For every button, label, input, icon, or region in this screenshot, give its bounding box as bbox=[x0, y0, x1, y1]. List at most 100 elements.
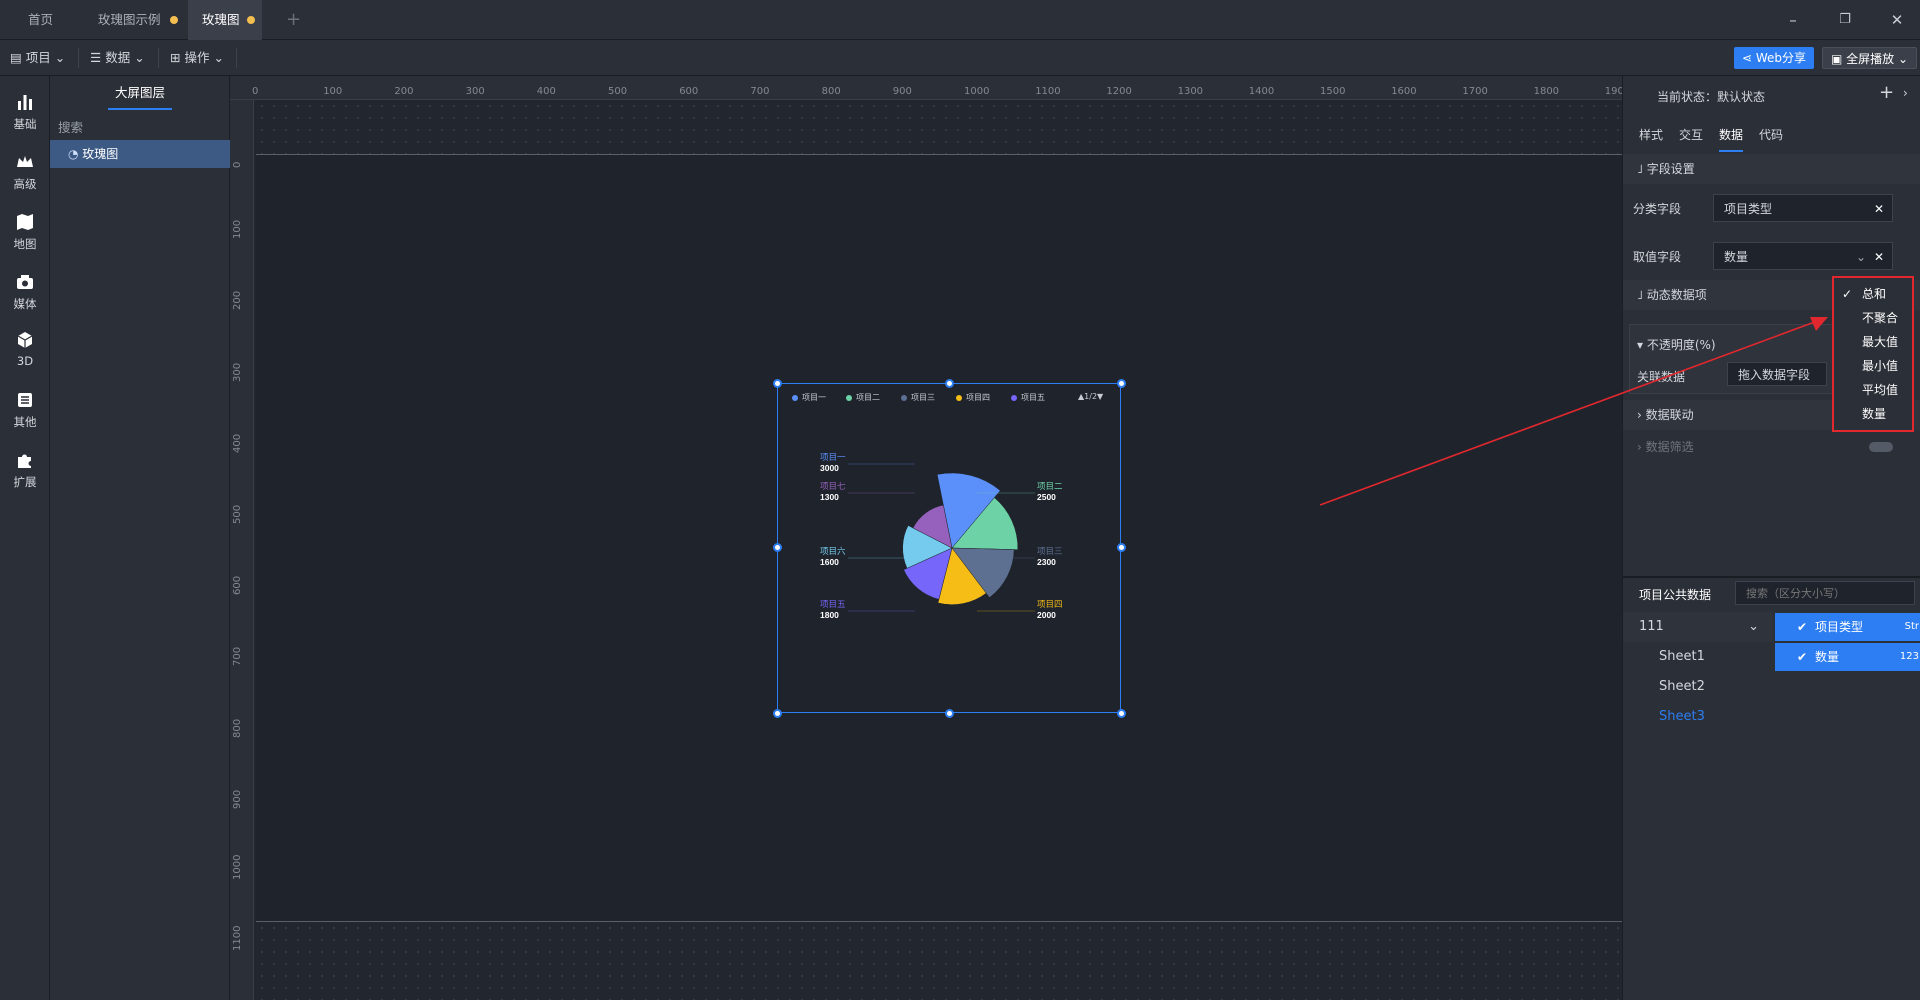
tab-data[interactable]: 数据 bbox=[1719, 126, 1744, 152]
nav-label: 高级 bbox=[13, 177, 37, 191]
option-label: 总和 bbox=[1862, 287, 1887, 301]
fullscreen-play-button[interactable]: ▣ 全屏播放 ⌄ bbox=[1822, 47, 1918, 69]
ruler-tick-label: 300 bbox=[232, 362, 243, 382]
vertical-ruler: 0 100 200 300 400 500 600 700 800 900 1000 1100 bbox=[230, 100, 254, 1000]
nav-media[interactable]: 媒体 bbox=[0, 264, 50, 322]
data-menu[interactable]: ☰ 数据 ⌄ bbox=[90, 40, 145, 76]
nav-map[interactable]: 地图 bbox=[0, 204, 50, 262]
slice-label: 项目五1800 bbox=[820, 599, 915, 620]
tab-bar: 首页 玫瑰图示例 玫瑰图 + – ❐ ✕ bbox=[0, 0, 1920, 40]
tab-interaction[interactable]: 交互 bbox=[1679, 126, 1703, 143]
sheet-item-active[interactable]: Sheet3 bbox=[1623, 702, 1773, 732]
nav-extend[interactable]: 扩展 bbox=[0, 442, 50, 500]
nav-basic[interactable]: 基础 bbox=[0, 84, 50, 142]
nav-label: 媒体 bbox=[13, 297, 37, 311]
agg-option-sum[interactable]: ✓ 总和 bbox=[1834, 282, 1912, 306]
nav-label: 地图 bbox=[13, 237, 37, 251]
category-field-input[interactable]: 项目类型 ✕ bbox=[1713, 194, 1893, 222]
menu-label: 数据 bbox=[105, 50, 131, 65]
list-icon bbox=[18, 393, 32, 407]
chevron-down-icon: ⌄ bbox=[134, 50, 145, 65]
clear-icon[interactable]: ✕ bbox=[1874, 195, 1884, 223]
action-menu[interactable]: ⊞ 操作 ⌄ bbox=[170, 40, 224, 76]
ruler-tick-label: 800 bbox=[821, 86, 841, 97]
tab-rose-example[interactable]: 玫瑰图示例 bbox=[84, 0, 184, 40]
nav-3d[interactable]: 3D bbox=[0, 322, 50, 380]
filter-toggle[interactable] bbox=[1869, 442, 1893, 452]
public-data-search[interactable]: 搜索（区分大小写） bbox=[1735, 581, 1915, 605]
crown-icon bbox=[17, 156, 33, 167]
field-value: 项目类型 bbox=[1724, 202, 1773, 216]
add-tab-icon[interactable]: + bbox=[272, 0, 315, 40]
tab-style[interactable]: 样式 bbox=[1639, 126, 1663, 143]
ruler-tick-label: 600 bbox=[679, 86, 699, 97]
field-item[interactable]: ✔ 数量 123 bbox=[1775, 643, 1920, 671]
nav-advanced[interactable]: 高级 bbox=[0, 144, 50, 202]
horizontal-ruler: 0 100 200 300 400 500 600 700 800 900 1000 1100 1200… bbox=[230, 76, 1630, 100]
slice-category: 项目三 bbox=[1037, 546, 1063, 556]
agg-option-max[interactable]: 最大值 bbox=[1834, 330, 1912, 354]
tab-code[interactable]: 代码 bbox=[1759, 126, 1783, 143]
chevron-down-icon[interactable]: ⌄ bbox=[1856, 243, 1866, 271]
arrow-line bbox=[1319, 319, 1821, 506]
divider bbox=[78, 48, 79, 68]
ruler-tick-label: 300 bbox=[465, 86, 485, 97]
web-share-button[interactable]: ⋖ Web分享 bbox=[1734, 47, 1815, 69]
tab-home[interactable]: 首页 bbox=[14, 0, 74, 40]
ruler-tick-label: 500 bbox=[232, 504, 243, 524]
ruler-tick-label: 200 bbox=[394, 86, 414, 97]
tab-label: 玫瑰图 bbox=[202, 12, 240, 27]
field-settings-header[interactable]: ˩ 字段设置 bbox=[1623, 154, 1920, 184]
map-icon bbox=[17, 214, 33, 230]
agg-option-min[interactable]: 最小值 bbox=[1834, 354, 1912, 378]
nav-label: 3D bbox=[16, 354, 34, 368]
ruler-tick-label: 1700 bbox=[1462, 86, 1488, 97]
agg-option-none[interactable]: 不聚合 bbox=[1834, 306, 1912, 330]
dataset-name: 111 bbox=[1639, 619, 1664, 634]
toolbar: ▤ 项目 ⌄ ☰ 数据 ⌄ ⊞ 操作 ⌄ ⋖ Web分享 ▣ 全屏播放 ⌄ bbox=[0, 40, 1920, 76]
sheet-item[interactable]: Sheet2 bbox=[1623, 672, 1773, 702]
canvas-margin-top bbox=[256, 100, 1622, 154]
field-item[interactable]: ✔ 项目类型 Str bbox=[1775, 613, 1920, 641]
category-field-label: 分类字段 bbox=[1633, 202, 1682, 216]
field-name: 项目类型 bbox=[1815, 620, 1864, 634]
ruler-tick-label: 1500 bbox=[1320, 86, 1346, 97]
add-state-icon[interactable]: + bbox=[1879, 82, 1894, 103]
agg-option-avg[interactable]: 平均值 bbox=[1834, 378, 1912, 402]
layer-item[interactable]: ◔ 玫瑰图 bbox=[50, 140, 230, 168]
divider bbox=[236, 48, 237, 68]
menu-label: 操作 bbox=[184, 50, 210, 65]
layer-search-input[interactable]: 搜索 bbox=[58, 116, 222, 140]
aggregation-dropdown: ✓ 总和 不聚合 最大值 最小值 平均值 数量 bbox=[1832, 276, 1914, 432]
dataset-select[interactable]: 111 ⌄ bbox=[1623, 612, 1773, 642]
ruler-tick-label: 1200 bbox=[1106, 86, 1132, 97]
public-data-title: 项目公共数据 bbox=[1639, 588, 1712, 602]
ruler-tick-label: 0 bbox=[252, 86, 259, 97]
restore-icon[interactable]: ❐ bbox=[1822, 0, 1868, 40]
slice-category: 项目七 bbox=[820, 481, 846, 491]
slice-label: 项目六1600 bbox=[820, 546, 915, 567]
clear-icon[interactable]: ✕ bbox=[1874, 243, 1884, 271]
slice-value: 3000 bbox=[820, 463, 839, 473]
value-field-label: 取值字段 bbox=[1633, 250, 1682, 264]
nav-other[interactable]: 其他 bbox=[0, 382, 50, 440]
chevron-right-icon[interactable]: › bbox=[1903, 86, 1908, 100]
slice-label: 项目四2000 bbox=[977, 599, 1063, 620]
slice-category: 项目六 bbox=[820, 546, 846, 556]
ruler-tick-label: 1400 bbox=[1248, 86, 1275, 97]
agg-option-count[interactable]: 数量 bbox=[1834, 402, 1912, 426]
project-menu[interactable]: ▤ 项目 ⌄ bbox=[10, 40, 65, 76]
slice-value: 2500 bbox=[1037, 492, 1056, 502]
layers-tab[interactable]: 大屏图层 bbox=[108, 76, 172, 110]
field-type: Str bbox=[1904, 621, 1919, 632]
close-icon[interactable]: ✕ bbox=[1874, 0, 1920, 40]
unsaved-dot bbox=[170, 16, 178, 24]
check-icon: ✔ bbox=[1797, 650, 1808, 664]
sheet-item[interactable]: Sheet1 bbox=[1623, 642, 1773, 672]
ruler-tick-label: 1600 bbox=[1391, 86, 1417, 97]
value-field-input[interactable]: 数量 ⌄ ✕ bbox=[1713, 242, 1893, 270]
minimize-icon[interactable]: – bbox=[1770, 0, 1816, 40]
nav-label: 扩展 bbox=[13, 475, 37, 489]
field-type: 123 bbox=[1899, 651, 1919, 662]
ruler-tick-label: 700 bbox=[750, 86, 770, 97]
